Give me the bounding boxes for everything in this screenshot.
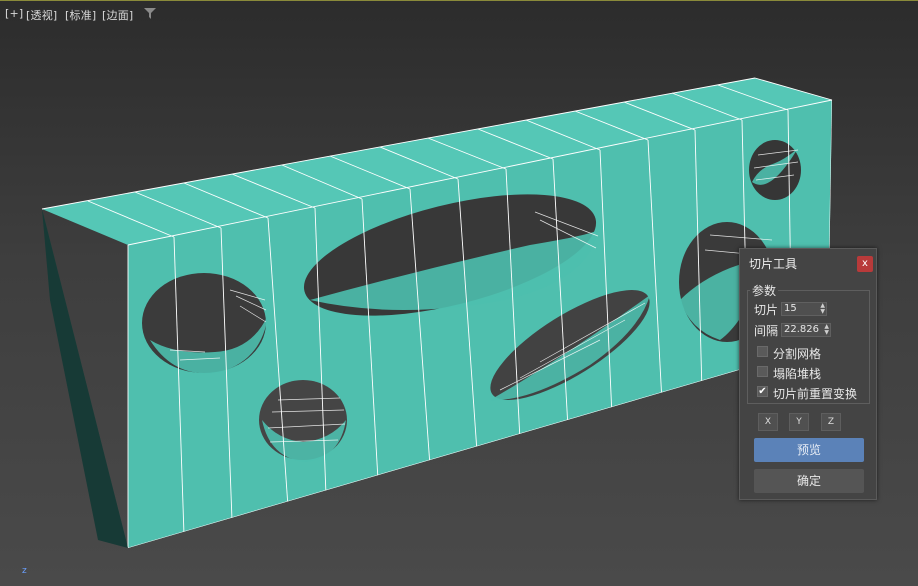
ok-button[interactable]: 确定 (754, 469, 864, 493)
slices-label: 切片 (754, 303, 779, 317)
viewport-menu-view[interactable]: [透视] (26, 7, 57, 23)
viewport-active-border (0, 0, 918, 1)
split-mesh-label: 分割网格 (773, 347, 822, 361)
slice-tool-dialog: 切片工具 x 参数 切片 15 ▲ ▼ 间隔 22.826 ▲ ▼ 分割网格 塌陷堆… (739, 248, 877, 500)
filter-funnel-icon[interactable] (144, 8, 156, 19)
axis-z-indicator: z (22, 566, 27, 576)
box-side-face-shade (42, 209, 128, 548)
viewport-menu-plus[interactable]: [+] (5, 7, 23, 20)
close-button[interactable]: x (857, 256, 873, 272)
spacing-label: 间隔 (754, 324, 779, 338)
axis-x-button[interactable]: X (758, 413, 778, 431)
split-mesh-checkbox[interactable] (757, 346, 768, 357)
slices-value: 15 (784, 303, 797, 314)
checkmark-icon: ✔ (758, 386, 767, 397)
axis-y-button[interactable]: Y (789, 413, 809, 431)
parameters-group-label: 参数 (750, 282, 779, 299)
close-icon: x (862, 258, 868, 269)
collapse-stack-checkbox[interactable] (757, 366, 768, 377)
slices-spinner[interactable]: 15 ▲ ▼ (781, 302, 827, 316)
spinner-arrows-icon[interactable]: ▲ ▼ (820, 303, 825, 315)
spacing-value: 22.826 (784, 324, 819, 335)
spacing-spinner[interactable]: 22.826 ▲ ▼ (781, 323, 831, 337)
viewport-menu-shading[interactable]: [标准] (65, 7, 96, 23)
reset-xform-label: 切片前重置变换 (773, 387, 858, 401)
spinner-arrows-icon[interactable]: ▲ ▼ (824, 324, 829, 336)
axis-z-button[interactable]: Z (821, 413, 841, 431)
dialog-title: 切片工具 (749, 257, 798, 271)
preview-button[interactable]: 预览 (754, 438, 864, 462)
reset-xform-checkbox[interactable]: ✔ (757, 386, 768, 397)
viewport-menu-edges[interactable]: [边面] (102, 7, 133, 23)
collapse-stack-label: 塌陷堆栈 (773, 367, 822, 381)
